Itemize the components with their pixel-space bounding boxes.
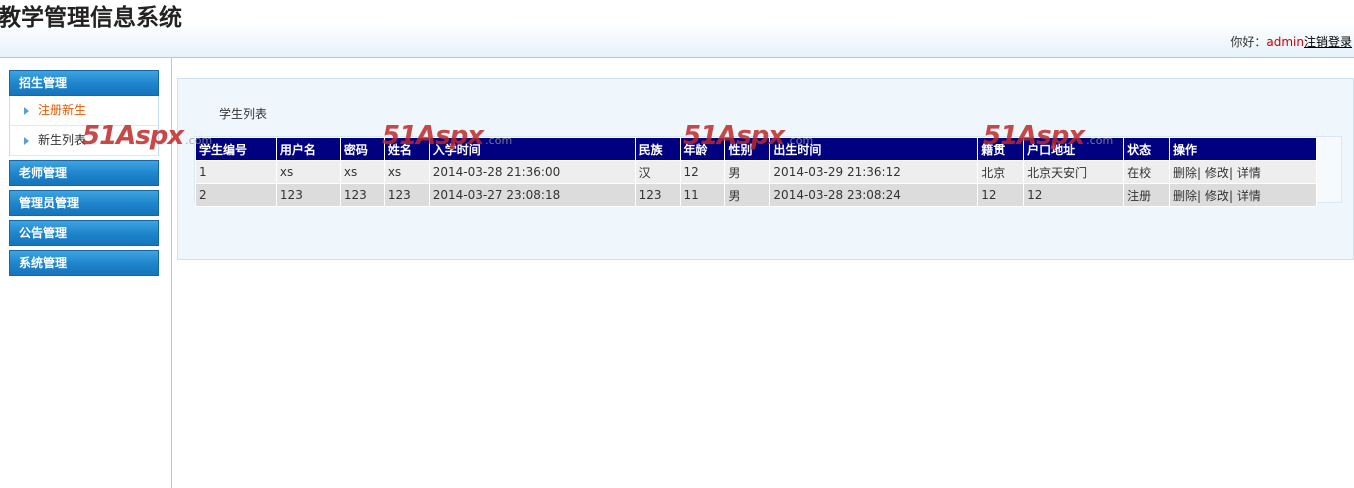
delete-link[interactable]: 删除 <box>1173 166 1197 180</box>
separator: | <box>1228 165 1233 180</box>
table-cell: 2014-03-27 23:08:18 <box>428 183 636 207</box>
table-cell: 注册 <box>1123 183 1171 207</box>
triangle-right-icon <box>24 106 29 115</box>
column-header: 性别 <box>724 137 771 161</box>
edit-link[interactable]: 修改 <box>1205 166 1229 180</box>
table-cell: 2014-03-29 21:36:12 <box>769 160 979 184</box>
column-header: 户口地址 <box>1023 137 1125 161</box>
logout-link[interactable]: 注销登录 <box>1304 35 1352 49</box>
column-header: 出生时间 <box>769 137 979 161</box>
column-header: 状态 <box>1123 137 1171 161</box>
app-title: 教学管理信息系统 <box>0 5 182 31</box>
table-container: 学生编号 用户名 密码 姓名 入学时间 民族 年龄 性别 出生时间 籍贯 户口地… <box>194 136 1342 207</box>
menu-group-teachers[interactable]: 老师管理 <box>9 160 159 186</box>
table-cell: xs <box>275 160 341 184</box>
column-header: 籍贯 <box>977 137 1025 161</box>
detail-link[interactable]: 详情 <box>1237 166 1261 180</box>
table-cell: 汉 <box>634 160 681 184</box>
column-header: 姓名 <box>383 137 430 161</box>
edit-link[interactable]: 修改 <box>1205 189 1229 203</box>
separator: | <box>1228 188 1233 203</box>
table-cell: 123 <box>275 183 341 207</box>
column-header: 密码 <box>339 137 385 161</box>
table-cell: 男 <box>724 183 771 207</box>
table-cell: 12 <box>977 183 1025 207</box>
table-cell: 北京 <box>977 160 1025 184</box>
column-header: 操作 <box>1169 137 1317 161</box>
separator: | <box>1197 188 1202 203</box>
table-cell: 11 <box>679 183 726 207</box>
sidebar-item-label: 新生列表 <box>38 133 87 147</box>
table-cell: 12 <box>679 160 726 184</box>
column-header: 用户名 <box>275 137 341 161</box>
delete-link[interactable]: 删除 <box>1173 189 1197 203</box>
separator: | <box>1197 165 1202 180</box>
panel-title: 学生列表 <box>219 107 268 121</box>
table-cell: xs <box>383 160 430 184</box>
sidebar-item-label: 注册新生 <box>38 103 87 117</box>
menu-group-enrollment[interactable]: 招生管理 <box>9 70 159 96</box>
table-cell: 在校 <box>1123 160 1171 184</box>
username: admin <box>1266 35 1304 49</box>
menu-group-admins[interactable]: 管理员管理 <box>9 190 159 216</box>
greeting: 你好： <box>1230 35 1267 49</box>
actions-cell: 删除| 修改| 详情 <box>1169 183 1317 207</box>
submenu-enrollment: 注册新生 新生列表 <box>9 96 159 156</box>
sidebar: 招生管理 注册新生 新生列表 老师管理 管理员管理 公告管理 系统管理 <box>0 58 172 488</box>
table-cell: 12 <box>1023 183 1125 207</box>
column-header: 学生编号 <box>195 137 277 161</box>
table-row: 1 xs xs xs 2014-03-28 21:36:00 汉 12 男 20… <box>195 160 1317 184</box>
table-cell: 123 <box>339 183 385 207</box>
table-cell: 2014-03-28 23:08:24 <box>769 183 979 207</box>
table-cell: 123 <box>383 183 430 207</box>
menu-group-announcements[interactable]: 公告管理 <box>9 220 159 246</box>
column-header: 年龄 <box>679 137 726 161</box>
table-cell: 2014-03-28 21:36:00 <box>428 160 636 184</box>
table-cell: 123 <box>634 183 681 207</box>
triangle-right-icon <box>24 136 29 145</box>
table-cell: 1 <box>195 160 277 184</box>
column-header: 入学时间 <box>428 137 636 161</box>
sidebar-item-student-list[interactable]: 新生列表 <box>10 126 158 156</box>
sidebar-item-register-student[interactable]: 注册新生 <box>10 96 158 126</box>
detail-link[interactable]: 详情 <box>1237 189 1261 203</box>
header: 教学管理信息系统 你好：admin注销登录 <box>0 0 1354 58</box>
student-table: 学生编号 用户名 密码 姓名 入学时间 民族 年龄 性别 出生时间 籍贯 户口地… <box>195 137 1317 207</box>
table-cell: 2 <box>195 183 277 207</box>
table-cell: xs <box>339 160 385 184</box>
table-header-row: 学生编号 用户名 密码 姓名 入学时间 民族 年龄 性别 出生时间 籍贯 户口地… <box>195 137 1317 161</box>
table-row: 2 123 123 123 2014-03-27 23:08:18 123 11… <box>195 183 1317 207</box>
table-cell: 男 <box>724 160 771 184</box>
main-panel: 学生列表 学生编号 用户名 密码 姓名 入学时间 民族 年龄 性别 出生时间 籍… <box>177 78 1354 260</box>
user-bar: 你好：admin注销登录 <box>1230 33 1352 50</box>
menu-group-system[interactable]: 系统管理 <box>9 250 159 276</box>
column-header: 民族 <box>634 137 681 161</box>
actions-cell: 删除| 修改| 详情 <box>1169 160 1317 184</box>
table-cell: 北京天安门 <box>1023 160 1125 184</box>
